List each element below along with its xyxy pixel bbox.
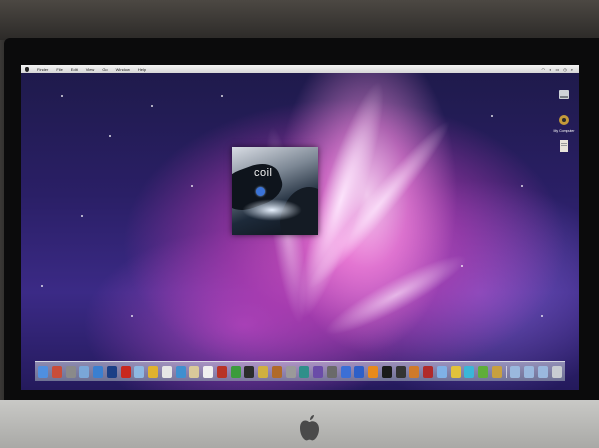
textedit-icon[interactable] (203, 366, 213, 378)
album-title: coil (254, 167, 273, 179)
wifi-icon[interactable]: ◠ (542, 67, 546, 72)
star (491, 115, 493, 117)
menu-edit[interactable]: Edit (71, 67, 78, 72)
network-folder-icon (559, 115, 569, 125)
menu-window[interactable]: Window (116, 67, 130, 72)
adobe-reader-icon[interactable] (120, 366, 131, 378)
star (461, 265, 463, 267)
artwork-glow (242, 199, 302, 221)
apple-logo-icon (300, 415, 319, 441)
five-icon[interactable] (395, 366, 406, 378)
safari-icon[interactable] (93, 366, 103, 378)
app-icon-cyan[interactable] (464, 366, 475, 378)
star (151, 105, 153, 107)
itunes-icon[interactable] (340, 366, 351, 378)
app-icon-purple[interactable] (313, 366, 323, 378)
star (41, 285, 43, 287)
desktop-item-document[interactable] (549, 139, 579, 155)
menu-help[interactable]: Help (138, 67, 146, 72)
status-area: ◠ ◖ ▭ ◷ ⌕ (542, 67, 579, 72)
app-icon-blue[interactable] (354, 366, 365, 378)
applications-stack-icon[interactable] (510, 366, 521, 378)
app-icon-gold[interactable] (491, 366, 502, 378)
dock (35, 361, 565, 381)
chrome-icon[interactable] (148, 366, 158, 378)
dock-separator (505, 366, 507, 378)
mail-icon[interactable] (79, 366, 90, 378)
room-wall (0, 0, 599, 40)
desktop-item-my-computer[interactable]: My Computer (549, 113, 579, 133)
menu-bar: Finder File Edit View Go Window Help ◠ ◖… (21, 65, 579, 73)
menu-finder[interactable]: Finder (37, 67, 48, 72)
vlc-icon[interactable] (368, 366, 378, 378)
star (191, 185, 193, 187)
desktop-item-hard-drive[interactable] (549, 87, 579, 103)
star-icon[interactable] (258, 366, 268, 378)
clock-icon[interactable]: ◷ (563, 67, 567, 72)
app-icon-orange[interactable] (409, 366, 420, 378)
trash-icon[interactable] (551, 366, 562, 378)
finder-icon[interactable] (38, 366, 48, 378)
menu-view[interactable]: View (86, 67, 95, 72)
star (109, 135, 111, 137)
document-icon (560, 140, 568, 152)
menu-go[interactable]: Go (102, 67, 107, 72)
desktop-item-label: My Computer (553, 129, 575, 133)
dashboard-icon[interactable] (51, 366, 62, 378)
volume-icon[interactable]: ◖ (549, 67, 551, 72)
iphoto-icon[interactable] (175, 366, 186, 378)
hard-drive-icon (559, 90, 569, 99)
guitar-icon[interactable] (271, 366, 282, 378)
app-icon-green2[interactable] (478, 366, 488, 378)
album-artwork-window[interactable]: coil (232, 147, 318, 235)
spotlight-icon[interactable]: ⌕ (571, 67, 573, 72)
system-preferences-icon[interactable] (65, 366, 76, 378)
downloads-stack-icon[interactable] (537, 366, 548, 378)
app-icon-green[interactable] (230, 366, 241, 378)
app-icon-dark[interactable] (244, 366, 255, 378)
preview-icon[interactable] (134, 366, 145, 378)
ical-icon[interactable] (161, 366, 172, 378)
documents-stack-icon[interactable] (524, 366, 534, 378)
photo-booth-icon[interactable] (423, 366, 433, 378)
app-icon-yellow[interactable] (450, 366, 461, 378)
star (521, 185, 523, 187)
folder-icon[interactable] (189, 366, 200, 378)
app-icon-teal[interactable] (299, 366, 310, 378)
photoshop-icon[interactable] (106, 366, 117, 378)
menu-file[interactable]: File (56, 67, 62, 72)
app-icon-gray[interactable] (285, 366, 296, 378)
star (131, 315, 133, 317)
disc-icon (256, 187, 265, 196)
star (61, 95, 63, 97)
desktop-screen: Finder File Edit View Go Window Help ◠ ◖… (21, 65, 579, 390)
star (541, 315, 543, 317)
battery-icon[interactable]: ▭ (555, 67, 559, 72)
app-icon-black[interactable] (381, 366, 392, 378)
star (221, 95, 223, 97)
facetime-icon[interactable] (326, 366, 337, 378)
star (81, 215, 83, 217)
app-icon-red[interactable] (216, 366, 227, 378)
apple-menu-icon[interactable] (25, 66, 29, 72)
app-icon-lightblue[interactable] (436, 366, 447, 378)
